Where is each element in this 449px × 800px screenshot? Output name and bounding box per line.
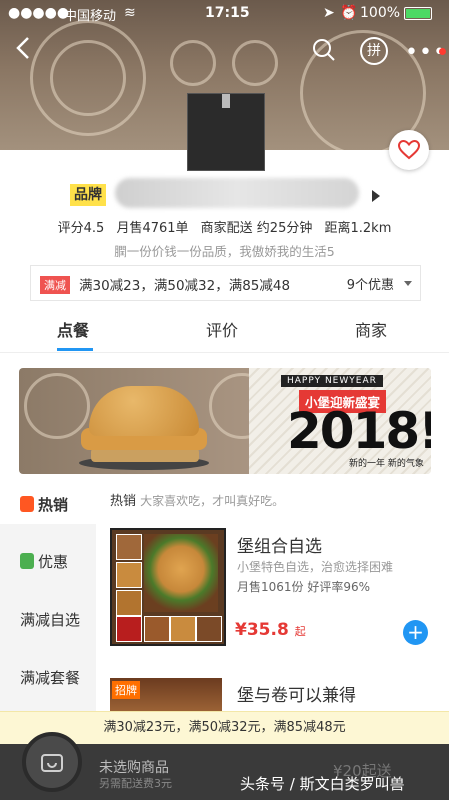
store-info-line: 评分4.5 月售4761单 商家配送 约25分钟 距离1.2km (0, 217, 449, 236)
delivery-fee: 另需配送费3元 (99, 777, 172, 790)
chevron-down-icon (404, 281, 412, 286)
clock: 17:15 (205, 5, 250, 21)
section-title: 热销 (110, 494, 137, 509)
promo-text: 满30减23，满50减32，满85减48 (79, 278, 291, 294)
cart-icon (41, 754, 63, 772)
favorite-button[interactable] (389, 130, 429, 170)
promo-row[interactable]: 满减 满30减23，满50减32，满85减48 9个优惠 (30, 265, 421, 301)
banner-top-line: HAPPY NEWYEAR (281, 375, 383, 387)
signal-icon: ●●●●● (8, 5, 70, 21)
tab-order[interactable]: 点餐 (57, 317, 89, 341)
battery-icon (404, 7, 432, 20)
section-header: 热销 大家喜欢吃，才叫真好吃。 (110, 490, 284, 509)
product-sales: 月售1061份 好评率96% (237, 580, 371, 594)
battery-label: 100% (360, 5, 401, 21)
cart-status: 未选购商品 (99, 760, 169, 776)
banner-year: 2018! (287, 402, 431, 460)
rating: 评分4.5 (57, 221, 105, 236)
heart-icon (398, 140, 420, 160)
active-tab-indicator (57, 348, 93, 351)
sidebar-item-label: 优惠 (38, 553, 69, 571)
product-image[interactable] (110, 528, 226, 646)
add-to-cart-button[interactable]: + (403, 620, 428, 645)
group-order-icon[interactable]: 拼 (360, 37, 388, 65)
store-name-redacted (115, 178, 359, 208)
sidebar-item-hot[interactable]: 热销 (20, 494, 68, 515)
status-bar: ●●●●● 中国移动 ≋ 17:15 ➤ ⏰ 100% (0, 0, 449, 26)
tab-bar: 点餐 评价 商家 (0, 312, 449, 353)
sidebar-item-discount-set[interactable]: 满减套餐 (20, 667, 80, 688)
cart-button[interactable] (22, 732, 82, 792)
back-icon[interactable] (16, 36, 30, 66)
notification-dot (439, 48, 446, 55)
store-detail-arrow-icon[interactable] (372, 190, 380, 202)
more-offers: 9个优惠 (346, 278, 394, 293)
location-icon: ➤ (323, 5, 335, 21)
watermark: 头条号 / 斯文白类罗叫兽 (240, 775, 405, 793)
carrier-label: 中国移动 (64, 9, 117, 24)
product-price: ¥35.8 起 (235, 620, 306, 640)
banner-subline: 新的一年 新的气象 (349, 459, 424, 469)
tab-reviews[interactable]: 评价 (206, 317, 238, 341)
brand-badge: 品牌 (70, 184, 106, 206)
wifi-icon: ≋ (124, 5, 136, 21)
price-suffix: 起 (294, 625, 306, 638)
sidebar-item-offers[interactable]: 优惠 (20, 551, 68, 572)
product-desc: 小堡特色自选，治愈选择困难 (237, 560, 394, 574)
discount-badge: 满减 (40, 276, 70, 294)
tab-merchant[interactable]: 商家 (355, 317, 387, 341)
signature-badge: 招牌 (112, 681, 140, 699)
distance: 距离1.2km (324, 221, 392, 236)
delivery-mode: 商家配送 约25分钟 (200, 221, 313, 236)
search-icon[interactable] (312, 38, 336, 66)
fire-icon (20, 496, 34, 512)
sidebar-item-discount-pick[interactable]: 满减自选 (20, 609, 80, 630)
price-value: ¥35.8 (235, 620, 289, 640)
burger-bun-top (89, 386, 199, 436)
monthly-sales: 月售4761单 (116, 221, 189, 236)
store-logo (187, 93, 265, 171)
product-name[interactable]: 堡与卷可以兼得 (237, 681, 356, 706)
product-name[interactable]: 堡组合自选 (237, 532, 322, 557)
burger-bun-bottom (91, 448, 199, 462)
promo-banner[interactable]: HAPPY NEWYEAR 小堡迎新盛宴 2018! 新的一年 新的气象 (19, 368, 431, 474)
section-subtitle: 大家喜欢吃，才叫真好吃。 (140, 494, 285, 508)
alarm-icon: ⏰ (340, 5, 358, 21)
sidebar-item-label: 热销 (38, 496, 69, 514)
coupon-icon (20, 553, 34, 569)
store-slogan: 膶一份价钱一份品质，我傲娇我的生活5 (114, 244, 335, 259)
